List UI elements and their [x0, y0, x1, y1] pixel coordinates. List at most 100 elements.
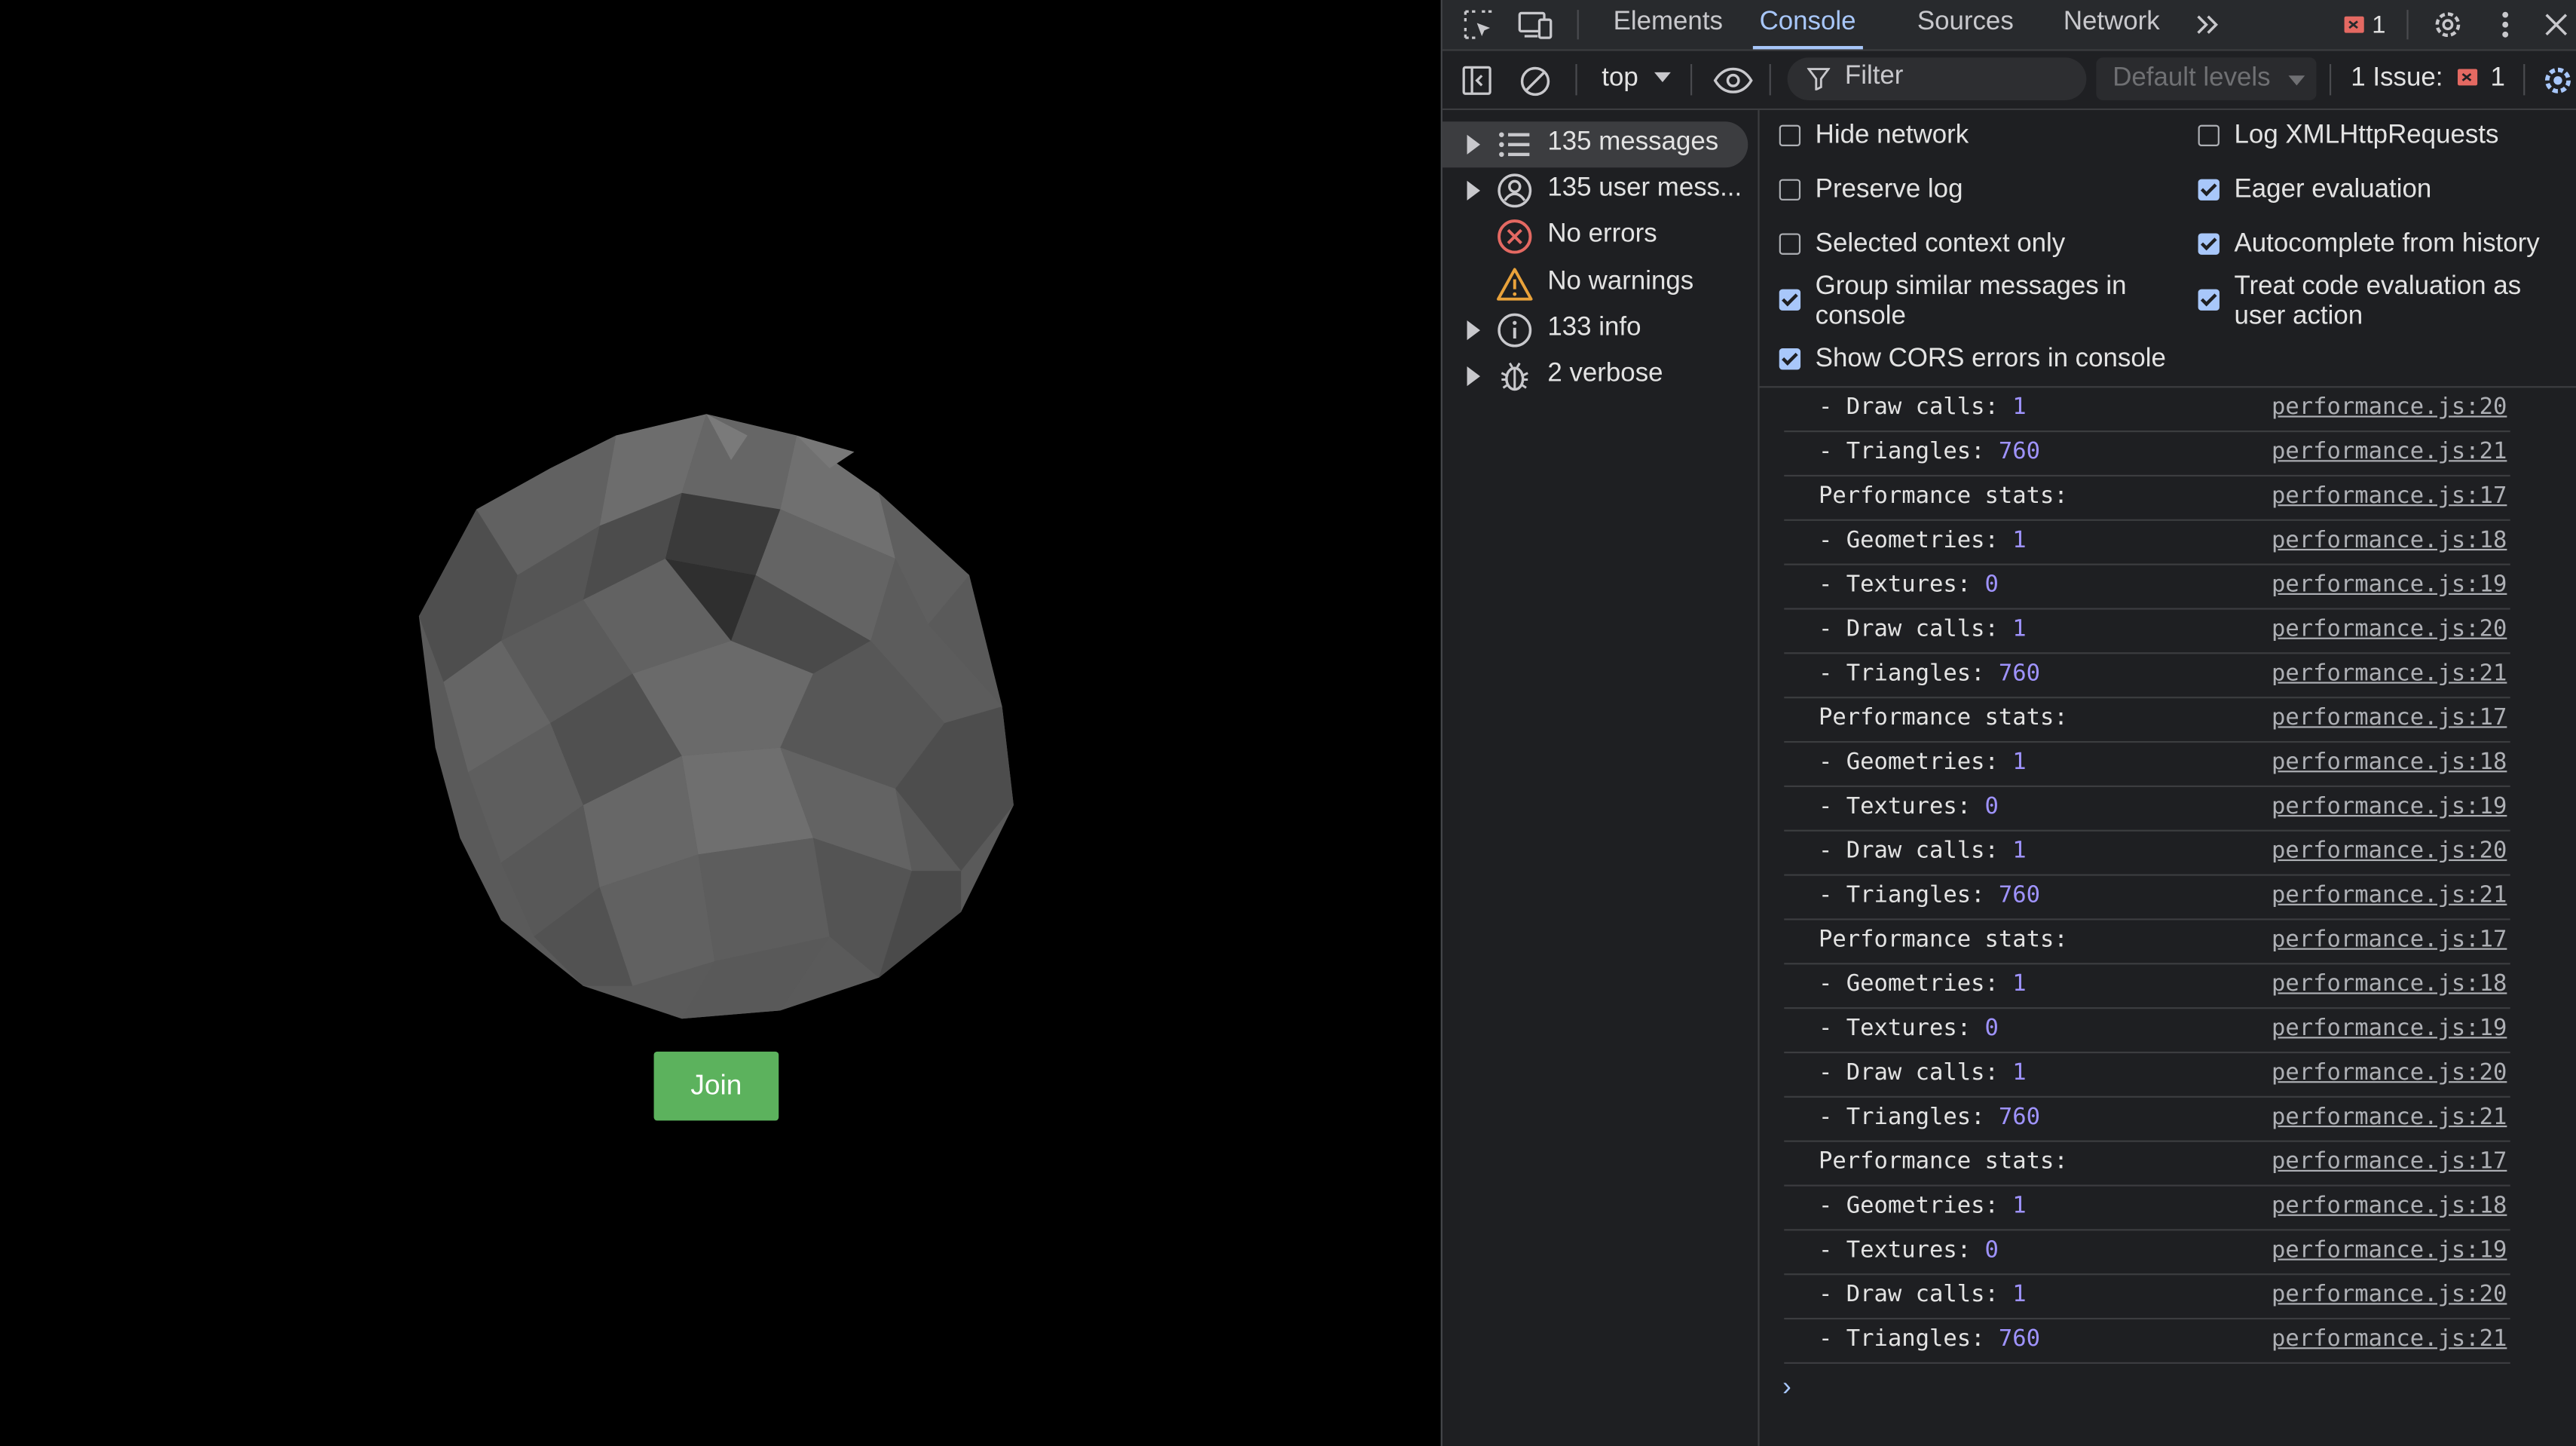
- expand-arrow-icon[interactable]: [1467, 366, 1480, 387]
- source-link[interactable]: performance.js:20: [2272, 1282, 2507, 1308]
- group-similar-checkbox[interactable]: [1779, 289, 1801, 311]
- inspect-element-icon[interactable]: [1462, 8, 1495, 41]
- issues-label: 1 Issue:: [2351, 64, 2443, 93]
- console-settings-gear-icon[interactable]: [2540, 63, 2576, 99]
- low-poly-sphere: [418, 414, 1014, 1019]
- source-link[interactable]: performance.js:17: [2272, 927, 2507, 953]
- source-link[interactable]: performance.js:17: [2272, 483, 2507, 510]
- sidebar-item-label: 133 info: [1547, 314, 1641, 342]
- tab-console[interactable]: Console: [1752, 0, 1863, 50]
- show-cors-checkbox[interactable]: [1779, 348, 1801, 370]
- source-link[interactable]: performance.js:19: [2272, 571, 2507, 598]
- source-link[interactable]: performance.js:20: [2272, 838, 2507, 865]
- source-link[interactable]: performance.js:18: [2272, 528, 2507, 554]
- console-sidebar: 135 messages 135 user mess... No errors …: [1442, 110, 1760, 1446]
- selected-context-label[interactable]: Selected context only: [1816, 230, 2066, 259]
- join-button[interactable]: Join: [653, 1051, 779, 1121]
- message-value: 0: [1984, 793, 1999, 820]
- message-value: 0: [1984, 571, 1999, 599]
- preserve-log-checkbox[interactable]: [1779, 179, 1801, 201]
- message-label: - Geometries:: [1819, 749, 2013, 776]
- eager-evaluation-label[interactable]: Eager evaluation: [2235, 176, 2432, 205]
- autocomplete-history-checkbox[interactable]: [2198, 233, 2220, 255]
- warning-icon: [1497, 268, 1533, 301]
- source-link[interactable]: performance.js:19: [2272, 794, 2507, 820]
- more-options-icon[interactable]: [2491, 7, 2520, 43]
- chevrons-right-icon[interactable]: [2192, 8, 2225, 41]
- message-value: 1: [2012, 971, 2027, 997]
- source-link[interactable]: performance.js:21: [2272, 1104, 2507, 1131]
- filter-input[interactable]: Filter: [1787, 57, 2087, 100]
- message-label: - Geometries:: [1819, 527, 2013, 554]
- source-link[interactable]: performance.js:21: [2272, 439, 2507, 465]
- hide-network-label[interactable]: Hide network: [1816, 121, 1969, 151]
- console-message-text: - Draw calls: 1: [1819, 394, 2027, 421]
- device-toolbar-icon[interactable]: [1518, 8, 1554, 41]
- log-levels-dropdown[interactable]: Default levels: [2096, 57, 2317, 100]
- message-label: Performance stats:: [1819, 927, 2068, 954]
- tab-network[interactable]: Network: [2064, 0, 2160, 49]
- context-selector[interactable]: top: [1602, 64, 1671, 93]
- tab-elements[interactable]: Elements: [1614, 0, 1723, 49]
- issues-counter[interactable]: 1 Issue: 1: [2351, 64, 2505, 93]
- message-value: 1: [2012, 1193, 2027, 1220]
- console-prompt-icon[interactable]: ›: [1782, 1374, 1791, 1403]
- source-link[interactable]: performance.js:21: [2272, 660, 2507, 687]
- expand-arrow-icon[interactable]: [1467, 320, 1480, 341]
- settings-gear-icon[interactable]: [2430, 7, 2466, 43]
- clear-console-icon[interactable]: [1518, 64, 1551, 97]
- group-similar-label[interactable]: Group similar messages in console: [1816, 273, 2161, 332]
- treat-code-eval-label[interactable]: Treat code evaluation as user action: [2235, 273, 2563, 332]
- live-expression-eye-icon[interactable]: [1712, 64, 1755, 97]
- devtools-panel: Elements Console Sources Network 1 top F…: [1440, 0, 2576, 1446]
- selected-context-checkbox[interactable]: [1779, 233, 1801, 255]
- sidebar-toggle-icon[interactable]: [1461, 64, 1494, 97]
- sidebar-item-errors[interactable]: No errors: [1442, 213, 1755, 259]
- eager-evaluation-checkbox[interactable]: [2198, 179, 2220, 201]
- issues-count: 1: [2490, 64, 2505, 93]
- message-label: - Triangles:: [1819, 1104, 1999, 1131]
- console-message-row: - Draw calls: 1 performance.js:20: [1784, 832, 2510, 876]
- treat-code-eval-checkbox[interactable]: [2198, 289, 2220, 311]
- console-message-row: Performance stats: performance.js:17: [1784, 1142, 2510, 1187]
- sidebar-item-label: 135 user mess...: [1547, 174, 1742, 203]
- autocomplete-history-label[interactable]: Autocomplete from history: [2235, 230, 2540, 259]
- log-xhr-label[interactable]: Log XMLHttpRequests: [2235, 121, 2499, 151]
- message-value: 760: [1998, 882, 2041, 909]
- preserve-log-label[interactable]: Preserve log: [1816, 176, 1963, 205]
- tab-sources[interactable]: Sources: [1917, 0, 2014, 49]
- source-link[interactable]: performance.js:18: [2272, 749, 2507, 776]
- sidebar-item-user-messages[interactable]: 135 user mess...: [1442, 167, 1755, 213]
- message-value: 760: [1998, 1104, 2041, 1131]
- source-link[interactable]: performance.js:21: [2272, 1326, 2507, 1353]
- devtools-tab-bar: Elements Console Sources Network 1: [1442, 0, 2576, 51]
- expand-arrow-icon[interactable]: [1467, 180, 1480, 201]
- message-value: 1: [2012, 749, 2027, 776]
- console-message-text: - Triangles: 760: [1819, 439, 2040, 465]
- source-link[interactable]: performance.js:20: [2272, 394, 2507, 421]
- message-label: - Textures:: [1819, 1237, 1985, 1264]
- source-link[interactable]: performance.js:20: [2272, 616, 2507, 642]
- source-link[interactable]: performance.js:20: [2272, 1060, 2507, 1086]
- console-message-text: - Draw calls: 1: [1819, 1060, 2027, 1086]
- sidebar-item-info[interactable]: 133 info: [1442, 308, 1755, 354]
- source-link[interactable]: performance.js:17: [2272, 1148, 2507, 1175]
- issue-badge[interactable]: 1: [2339, 10, 2388, 39]
- source-link[interactable]: performance.js:21: [2272, 882, 2507, 908]
- console-message-row: - Textures: 0 performance.js:19: [1784, 1009, 2510, 1054]
- console-message-text: - Triangles: 760: [1819, 660, 2040, 687]
- source-link[interactable]: performance.js:19: [2272, 1237, 2507, 1264]
- sidebar-item-warnings[interactable]: No warnings: [1442, 262, 1755, 308]
- log-xhr-checkbox[interactable]: [2198, 124, 2220, 146]
- source-link[interactable]: performance.js:17: [2272, 705, 2507, 731]
- sidebar-item-messages[interactable]: 135 messages: [1442, 121, 1748, 168]
- show-cors-label[interactable]: Show CORS errors in console: [1816, 345, 2166, 375]
- source-link[interactable]: performance.js:18: [2272, 1193, 2507, 1219]
- expand-arrow-icon[interactable]: [1467, 134, 1480, 155]
- sidebar-item-verbose[interactable]: 2 verbose: [1442, 354, 1755, 400]
- message-label: - Triangles:: [1819, 438, 1999, 465]
- close-icon[interactable]: [2540, 8, 2573, 41]
- source-link[interactable]: performance.js:19: [2272, 1016, 2507, 1042]
- hide-network-checkbox[interactable]: [1779, 124, 1801, 146]
- source-link[interactable]: performance.js:18: [2272, 971, 2507, 997]
